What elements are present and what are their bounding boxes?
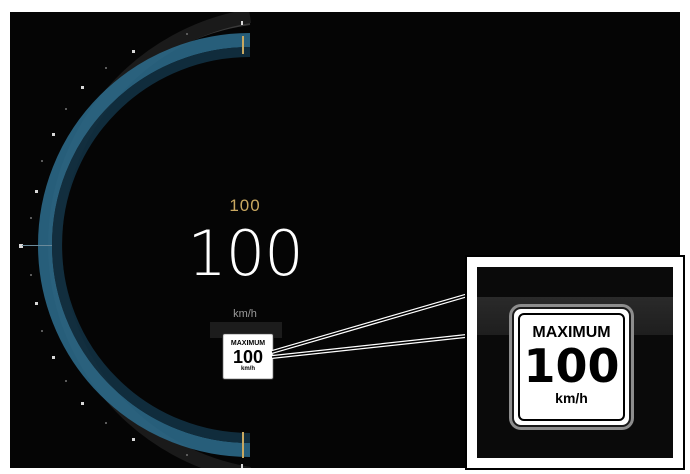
magnified-sign-type-label: MAXIMUM — [532, 324, 611, 341]
inset-view: MAXIMUM 100 km/h — [477, 267, 673, 458]
magnified-sign-limit-value: 100 — [523, 339, 620, 393]
magnified-sign-unit-label: km/h — [555, 390, 588, 406]
magnified-sign-inset: MAXIMUM 100 km/h — [465, 255, 685, 470]
speed-limit-sign-magnified-icon: MAXIMUM 100 km/h — [512, 307, 631, 427]
